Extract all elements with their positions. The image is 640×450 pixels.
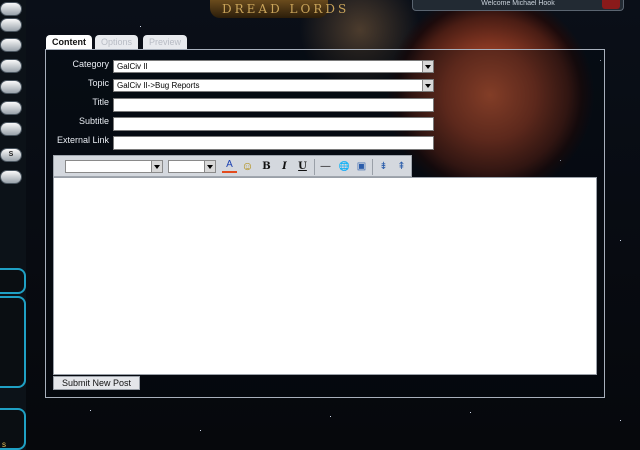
topic-value: GalCiv II->Bug Reports <box>117 81 200 90</box>
insert-link-icon[interactable]: 🌐 <box>337 159 352 174</box>
topic-label: Topic <box>87 78 109 88</box>
side-pill-button[interactable] <box>0 59 22 73</box>
topic-select[interactable]: GalCiv II->Bug Reports <box>113 79 434 92</box>
logo-text: DREAD LORDS <box>222 2 350 16</box>
underline-icon[interactable]: U <box>295 159 310 174</box>
title-label: Title <box>92 97 109 107</box>
side-pill-button[interactable] <box>0 2 22 16</box>
toolbar-divider <box>372 159 373 175</box>
post-body-editor[interactable] <box>53 177 597 375</box>
chevron-down-icon[interactable] <box>204 161 215 172</box>
title-input[interactable] <box>113 98 434 112</box>
tab-preview[interactable]: Preview <box>143 35 188 49</box>
font-family-select[interactable] <box>65 160 163 173</box>
font-size-select[interactable] <box>168 160 216 173</box>
italic-icon[interactable]: I <box>277 159 292 174</box>
submit-new-post-button[interactable]: Submit New Post <box>53 376 141 390</box>
welcome-box: Welcome Michael Hook <box>412 0 624 11</box>
side-teal-panel <box>0 268 26 294</box>
side-dark-panel <box>0 296 26 388</box>
tab-content[interactable]: Content <box>46 35 92 49</box>
side-pill-button[interactable] <box>0 122 22 136</box>
category-select[interactable]: GalCiv II <box>113 60 434 73</box>
close-icon[interactable] <box>602 0 620 9</box>
horizontal-rule-icon[interactable]: — <box>318 159 333 174</box>
external-link-label: External Link <box>56 135 109 145</box>
chevron-down-icon[interactable] <box>422 80 433 91</box>
toolbar-divider <box>314 159 315 175</box>
chevron-down-icon[interactable] <box>422 61 433 72</box>
side-pill-button[interactable] <box>0 18 22 32</box>
editor-toolbar: A ☺ B I U — 🌐 ▣ ⇟ ⇞ <box>53 155 412 177</box>
indent-icon[interactable]: ⇟ <box>376 159 391 174</box>
subtitle-input[interactable] <box>113 117 434 131</box>
subtitle-label: Subtitle <box>78 116 109 126</box>
tab-options[interactable]: Options <box>95 35 139 49</box>
category-label: Category <box>72 59 109 69</box>
side-pill-button[interactable] <box>0 38 22 52</box>
outdent-icon[interactable]: ⇞ <box>394 159 409 174</box>
category-value: GalCiv II <box>117 62 148 71</box>
side-pill-button[interactable] <box>0 170 22 184</box>
side-pill-s-button[interactable]: S <box>0 148 22 162</box>
side-pill-button[interactable] <box>0 101 22 115</box>
left-side-strip: S s <box>0 0 26 450</box>
external-link-input[interactable] <box>113 136 434 150</box>
side-bottom-text: s <box>2 440 6 449</box>
insert-image-icon[interactable]: ▣ <box>354 159 369 174</box>
font-color-icon[interactable]: A <box>222 159 237 173</box>
chevron-down-icon[interactable] <box>151 161 162 172</box>
emoticon-icon[interactable]: ☺ <box>240 159 255 174</box>
side-pill-button[interactable] <box>0 80 22 94</box>
bold-icon[interactable]: B <box>259 159 274 174</box>
